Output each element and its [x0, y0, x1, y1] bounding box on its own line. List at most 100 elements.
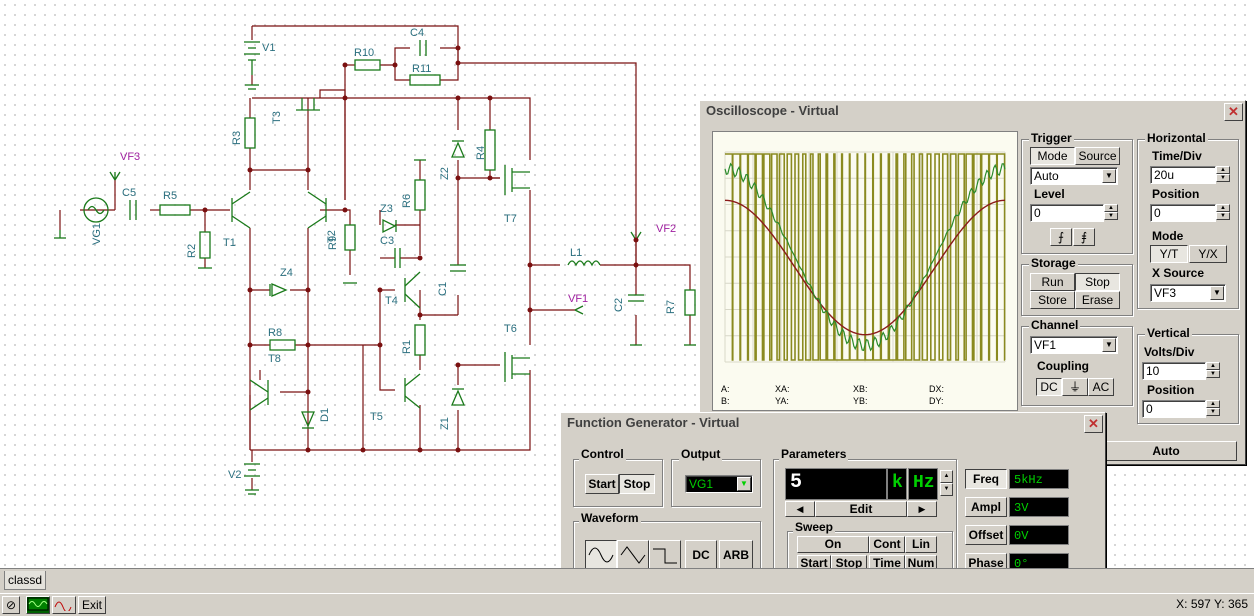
label-T7: T7 — [504, 213, 517, 225]
offset-button[interactable]: Offset — [965, 525, 1007, 545]
label-T8: T8 — [268, 353, 281, 365]
caret-left-icon[interactable]: ◀ — [785, 501, 815, 517]
oscilloscope-icon[interactable] — [26, 596, 50, 614]
label-R4: R4 — [475, 146, 487, 160]
yx-button[interactable]: Y/X — [1189, 245, 1227, 263]
readout-DY: DY: — [929, 396, 944, 406]
label-R6: R6 — [401, 194, 413, 208]
parameter-display-value: 5 — [785, 468, 887, 500]
close-icon[interactable]: ✕ — [1224, 103, 1243, 121]
trigger-level-label: Level — [1034, 187, 1065, 201]
oscilloscope-title[interactable]: Oscilloscope - Virtual — [700, 101, 1245, 121]
voltsdiv-spinner[interactable]: ▲ ▼ — [1206, 362, 1220, 378]
output-select[interactable]: VG1 ▼ — [685, 475, 753, 493]
timediv-spinner[interactable]: ▲ ▼ — [1216, 166, 1230, 182]
triangle-icon[interactable] — [617, 540, 649, 570]
function-generator-icon[interactable] — [52, 596, 76, 614]
coupling-label: Coupling — [1037, 359, 1089, 373]
rising-edge-icon[interactable]: ⨍ — [1050, 228, 1072, 246]
freq-button[interactable]: Freq — [965, 469, 1007, 489]
store-button[interactable]: Store — [1030, 291, 1075, 309]
scope-screen: A: B: XA: YA: XB: YB: DX: DY: — [712, 131, 1018, 411]
h-position-spinner[interactable]: ▲ ▼ — [1216, 204, 1230, 220]
chevron-down-icon[interactable]: ▼ — [1102, 338, 1116, 352]
chevron-down-icon[interactable]: ▼ — [1102, 169, 1116, 183]
channel-label: Channel — [1029, 318, 1081, 332]
label-R11: R11 — [412, 63, 431, 75]
label-VF3: VF3 — [120, 151, 140, 163]
xsource-value: VF3 — [1154, 286, 1177, 300]
label-Z1: Z1 — [439, 417, 451, 430]
label-C5: C5 — [122, 187, 136, 199]
close-icon[interactable]: ✕ — [1084, 415, 1103, 433]
start-button[interactable]: Start — [585, 474, 619, 494]
caret-right-icon[interactable]: ▶ — [907, 501, 937, 517]
trigger-mode-select[interactable]: Auto ▼ — [1030, 167, 1118, 185]
v-position-spinner[interactable]: ▲ ▼ — [1206, 400, 1220, 416]
chevron-down-icon[interactable]: ▼ — [737, 477, 751, 491]
trigger-mode-button[interactable]: Mode — [1030, 147, 1075, 165]
label-V2: V2 — [228, 469, 241, 481]
function-generator-title[interactable]: Function Generator - Virtual — [561, 413, 1105, 433]
xsource-label: X Source — [1152, 266, 1205, 280]
label-T3: T3 — [271, 111, 283, 124]
trigger-level-input[interactable]: 0 — [1030, 204, 1104, 222]
parameter-spinner[interactable]: ▲ ▼ — [940, 470, 953, 496]
chevron-down-icon[interactable]: ▼ — [1210, 286, 1224, 300]
pointer-icon[interactable]: ⊘ — [2, 596, 20, 614]
coupling-ac-button[interactable]: AC — [1088, 378, 1114, 396]
voltsdiv-label: Volts/Div — [1144, 345, 1195, 359]
readout-A: A: — [721, 384, 730, 394]
label-C1: C1 — [437, 282, 449, 296]
channel-select[interactable]: VF1 ▼ — [1030, 336, 1118, 354]
function-generator-window[interactable]: Function Generator - Virtual ✕ Control S… — [560, 412, 1106, 590]
sweep-cont-button[interactable]: Cont — [869, 536, 905, 553]
auto-button[interactable]: Auto — [1095, 441, 1237, 461]
label-T1: T1 — [223, 237, 236, 249]
dc-button[interactable]: DC — [685, 540, 717, 570]
run-button[interactable]: Run — [1030, 273, 1075, 291]
label-T5: T5 — [370, 411, 383, 423]
trigger-level-spinner[interactable]: ▲ ▼ — [1104, 204, 1118, 220]
sweep-lin-button[interactable]: Lin — [905, 536, 937, 553]
timediv-label: Time/Div — [1152, 149, 1202, 163]
readout-YA: YA: — [775, 396, 789, 406]
edit-button[interactable]: Edit — [815, 501, 907, 517]
readout-XB: XB: — [853, 384, 868, 394]
freq-value[interactable]: 5kHz — [1009, 469, 1069, 489]
sweep-label: Sweep — [793, 520, 836, 534]
waveform-label: Waveform — [579, 511, 641, 525]
label-VF1: VF1 — [568, 293, 588, 305]
ampl-button[interactable]: Ampl — [965, 497, 1007, 517]
h-position-input[interactable]: 0 — [1150, 204, 1216, 222]
square-icon[interactable] — [649, 540, 681, 570]
timediv-input[interactable]: 20u — [1150, 166, 1216, 184]
control-label: Control — [579, 447, 626, 461]
tab-classd[interactable]: classd — [4, 571, 46, 590]
stop-button[interactable]: Stop — [1075, 273, 1120, 291]
label-D1: D1 — [319, 408, 331, 422]
ampl-value[interactable]: 3V — [1009, 497, 1069, 517]
sine-icon[interactable] — [585, 540, 617, 570]
stop-button[interactable]: Stop — [619, 474, 655, 494]
label-Z2: Z2 — [439, 167, 451, 180]
xsource-select[interactable]: VF3 ▼ — [1150, 284, 1226, 302]
erase-button[interactable]: Erase — [1075, 291, 1120, 309]
parameters-label: Parameters — [779, 447, 849, 461]
arb-button[interactable]: ARB — [719, 540, 753, 570]
exit-button[interactable]: Exit — [78, 596, 106, 614]
yt-button[interactable]: Y/T — [1150, 245, 1188, 263]
ground-icon[interactable]: ⏚ — [1062, 378, 1088, 396]
offset-value[interactable]: 0V — [1009, 525, 1069, 545]
sweep-on-button[interactable]: On — [797, 536, 869, 553]
trigger-mode-value: Auto — [1034, 169, 1059, 183]
trigger-source-button[interactable]: Source — [1075, 147, 1120, 165]
sheet-tabs: classd — [0, 568, 1254, 594]
voltsdiv-input[interactable]: 10 — [1142, 362, 1206, 380]
coupling-dc-button[interactable]: DC — [1036, 378, 1062, 396]
v-position-input[interactable]: 0 — [1142, 400, 1206, 418]
label-T6: T6 — [504, 323, 517, 335]
oscilloscope-window[interactable]: Oscilloscope - Virtual ✕ A: B: XA: YA: X… — [699, 100, 1246, 465]
falling-edge-icon[interactable]: ⨎ — [1073, 228, 1095, 246]
channel-value: VF1 — [1034, 338, 1057, 352]
